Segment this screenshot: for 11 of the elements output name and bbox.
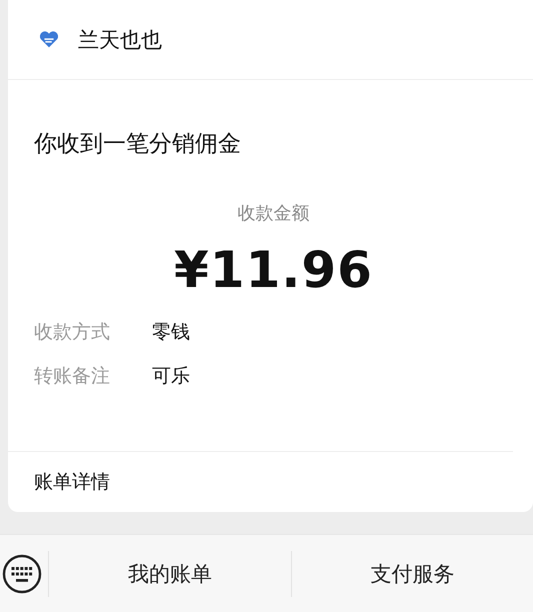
menu-button[interactable]: 我的账单 <box>49 540 290 608</box>
message-title: 你收到一笔分销佣金 <box>34 130 242 159</box>
detail-label: 转账备注 <box>34 364 111 389</box>
amount-label: 收款金额 <box>236 202 310 225</box>
bill-details-link[interactable]: 账单详情 <box>8 452 533 512</box>
menu-button[interactable]: 支付服务 <box>292 540 533 608</box>
amount-value: ¥11.96 <box>173 241 374 299</box>
detail-label: 收款方式 <box>34 320 111 345</box>
detail-value: 可乐 <box>152 364 190 389</box>
detail-value: 零钱 <box>152 320 190 345</box>
account-name: 兰天也也 <box>78 26 162 54</box>
